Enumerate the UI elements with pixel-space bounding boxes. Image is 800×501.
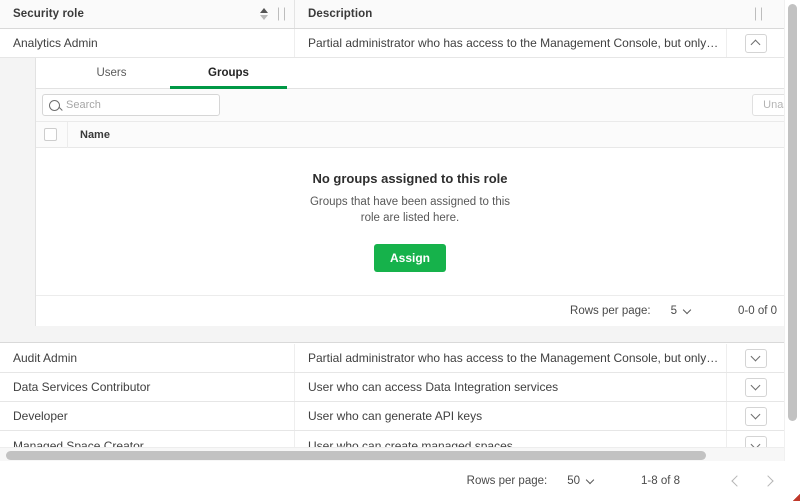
table-row[interactable]: Data Services Contributor User who can a…: [0, 373, 784, 402]
vertical-scrollbar-thumb[interactable]: [788, 4, 797, 421]
cell-description: User who can generate API keys: [295, 402, 726, 430]
cell-expand: [726, 373, 784, 401]
cell-description: Partial administrator who has access to …: [295, 344, 726, 372]
chevron-right-icon: [762, 475, 773, 486]
corner-marker: [793, 494, 800, 501]
chevron-down-icon: [751, 381, 761, 391]
sort-icon[interactable]: [260, 8, 268, 20]
next-page-button[interactable]: [756, 468, 782, 494]
detail-tabs: Users Groups: [36, 58, 784, 89]
empty-state: No groups assigned to this role Groups t…: [36, 148, 784, 295]
horizontal-scrollbar[interactable]: [0, 447, 784, 461]
cell-description-text: Partial administrator who has access to …: [308, 36, 720, 50]
assign-button[interactable]: Assign: [374, 244, 446, 272]
inner-pagination: Rows per page: 5 0-0 of 0: [36, 295, 784, 326]
expanded-detail-panel: Users Groups Unassign Nam: [0, 58, 784, 343]
pagination-range: 1-8 of 8: [641, 475, 680, 487]
tab-groups-label: Groups: [208, 67, 249, 79]
security-roles-page: Security role Description Analytics Admi…: [0, 0, 800, 501]
cell-description-text: User who can access Data Integration ser…: [308, 380, 720, 394]
chevron-down-icon: [683, 305, 691, 313]
cell-description-text: Partial administrator who has access to …: [308, 351, 720, 365]
chevron-up-icon: [751, 39, 761, 49]
inner-rows-per-page-value: 5: [671, 305, 677, 317]
column-header-description[interactable]: Description: [295, 0, 784, 28]
empty-state-title: No groups assigned to this role: [312, 171, 507, 186]
expand-row-button[interactable]: [745, 407, 767, 426]
chevron-left-icon: [731, 475, 742, 486]
search-input[interactable]: [66, 99, 213, 111]
detail-card: Users Groups Unassign Nam: [35, 58, 784, 326]
expand-row-button[interactable]: [745, 378, 767, 397]
column-header-label-description: Description: [308, 8, 372, 20]
inner-rows-per-page-select[interactable]: 5: [671, 305, 690, 317]
inner-table-header: Name: [36, 122, 784, 148]
horizontal-scrollbar-thumb[interactable]: [6, 451, 706, 460]
cell-description-text: User who can generate API keys: [308, 409, 720, 423]
detail-toolbar: Unassign: [36, 89, 784, 122]
chevron-down-icon: [751, 410, 761, 420]
chevron-down-icon: [751, 352, 761, 362]
table-row[interactable]: Developer User who can generate API keys: [0, 402, 784, 431]
select-all-checkbox[interactable]: [44, 128, 57, 141]
cell-description: User who can access Data Integration ser…: [295, 373, 726, 401]
vertical-scrollbar[interactable]: [784, 0, 800, 461]
cell-role: Analytics Admin: [0, 29, 295, 57]
search-icon: [49, 100, 60, 111]
column-resize-handle-description[interactable]: [755, 8, 762, 21]
cell-description: Partial administrator who has access to …: [295, 29, 726, 57]
tab-users-label: Users: [96, 67, 126, 79]
column-header-label-role: Security role: [13, 8, 84, 20]
cell-role: Developer: [0, 402, 295, 430]
collapse-row-button[interactable]: [745, 34, 767, 53]
inner-rows-per-page-label: Rows per page:: [570, 305, 651, 317]
empty-state-subtitle: Groups that have been assigned to this r…: [304, 194, 516, 226]
column-resize-handle-role[interactable]: [278, 8, 285, 21]
chevron-down-icon: [586, 475, 594, 483]
cell-role: Data Services Contributor: [0, 373, 295, 401]
rows-per-page-select[interactable]: 50: [567, 475, 593, 487]
table-row[interactable]: Analytics Admin Partial administrator wh…: [0, 29, 784, 58]
column-header-security-role[interactable]: Security role: [0, 0, 295, 28]
previous-page-button[interactable]: [722, 468, 748, 494]
inner-pagination-range: 0-0 of 0: [738, 305, 777, 317]
cell-role: Audit Admin: [0, 344, 295, 372]
cell-expand: [726, 402, 784, 430]
rows-per-page-label: Rows per page:: [467, 475, 548, 487]
rows-per-page-value: 50: [567, 475, 580, 487]
tab-users[interactable]: Users: [53, 58, 170, 88]
table-row[interactable]: Audit Admin Partial administrator who ha…: [0, 344, 784, 373]
tab-groups[interactable]: Groups: [170, 58, 287, 88]
inner-column-header-name: Name: [68, 129, 110, 141]
cell-expand: [726, 344, 784, 372]
table-pagination: Rows per page: 50 1-8 of 8: [0, 461, 800, 501]
cell-expand: [726, 29, 784, 57]
expand-row-button[interactable]: [745, 349, 767, 368]
search-box[interactable]: [42, 94, 220, 116]
table-header: Security role Description: [0, 0, 784, 29]
